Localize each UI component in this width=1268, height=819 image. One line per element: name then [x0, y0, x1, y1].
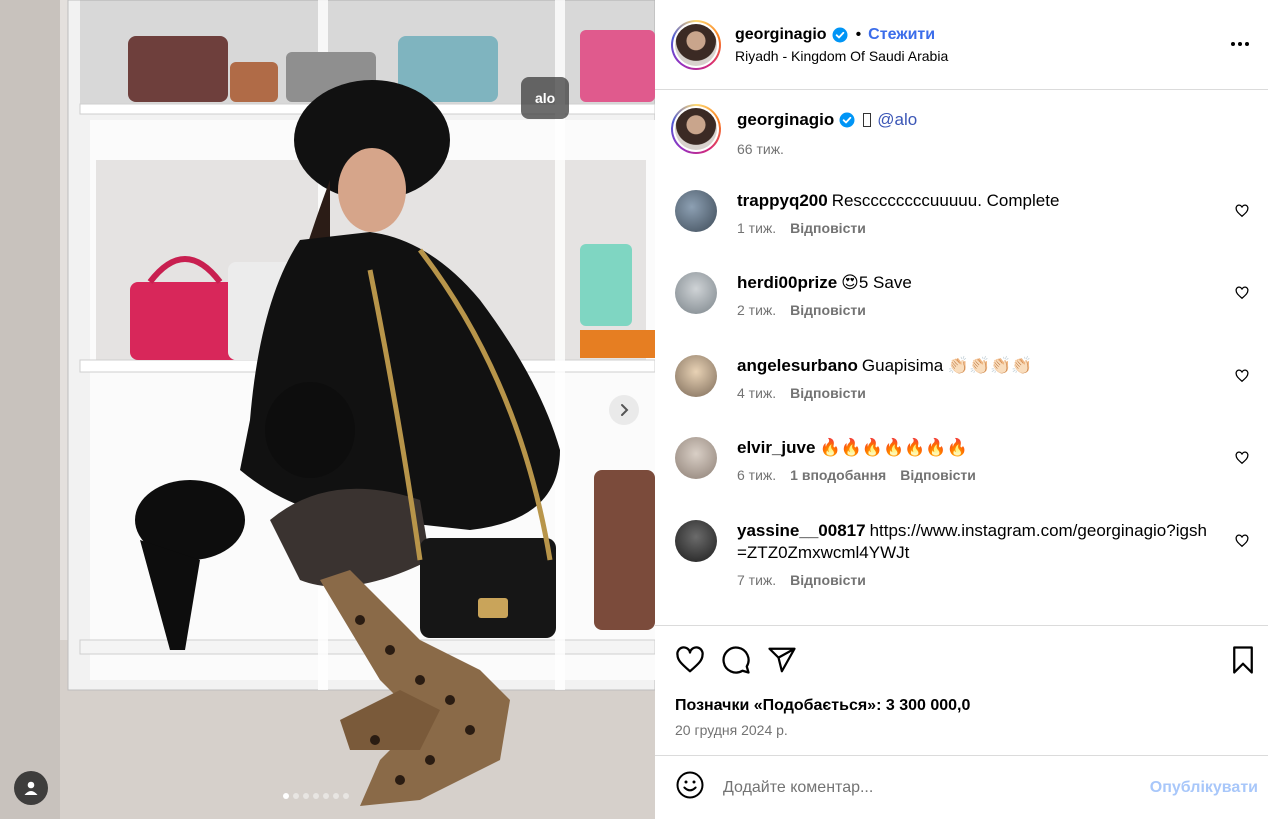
- post-photo: [0, 0, 655, 819]
- product-tag[interactable]: alo: [521, 77, 570, 119]
- likes-count[interactable]: Позначки «Подобається»: 3 300 000,0: [675, 697, 970, 715]
- comment-item: elvir_juve 🔥🔥🔥🔥🔥🔥🔥 6 тиж. 1 вподобання Ві…: [675, 437, 1255, 483]
- reply-button[interactable]: Відповісти: [790, 302, 866, 318]
- author-username[interactable]: georginagio: [735, 26, 827, 44]
- comment-likes-count[interactable]: 1 вподобання: [790, 467, 886, 483]
- more-icon: [1231, 42, 1249, 46]
- commenter-username[interactable]: angelesurbano: [737, 356, 858, 375]
- post-comment-button[interactable]: Опублікувати: [1150, 779, 1258, 797]
- comment-like-button[interactable]: [1235, 369, 1249, 388]
- carousel-dot: [323, 793, 329, 799]
- carousel-dot: [343, 793, 349, 799]
- comment-input[interactable]: [723, 778, 1123, 797]
- heart-icon: [676, 646, 704, 673]
- verified-icon: [839, 112, 855, 128]
- comment-time[interactable]: 6 тиж.: [737, 467, 776, 483]
- caption-mention[interactable]: @alo: [877, 110, 917, 130]
- comment-time[interactable]: 1 тиж.: [737, 220, 776, 236]
- follow-button[interactable]: Стежити: [868, 26, 935, 44]
- post-location[interactable]: Riyadh - Kingdom Of Saudi Arabia: [735, 48, 948, 64]
- post-media[interactable]: alo: [0, 0, 655, 819]
- caption-username[interactable]: georginagio: [737, 110, 834, 130]
- commenter-username[interactable]: elvir_juve: [737, 438, 815, 457]
- like-button[interactable]: [675, 645, 705, 675]
- author-avatar[interactable]: [671, 19, 721, 70]
- comment-item: angelesurbano Guapisima 👏🏻👏🏻👏🏻👏🏻 4 тиж. В…: [675, 355, 1255, 401]
- comment-time[interactable]: 2 тиж.: [737, 302, 776, 318]
- tagged-users-button[interactable]: [14, 771, 48, 805]
- user-tag-icon: [24, 781, 38, 795]
- carousel-dot: [303, 793, 309, 799]
- commenter-username[interactable]: yassine__00817: [737, 521, 866, 540]
- heart-icon: [1235, 369, 1249, 383]
- header-separator: •: [855, 25, 862, 43]
- chevron-right-icon: [621, 404, 629, 416]
- post-modal: alo georginagio • Стежити Riyadh - Kingd…: [0, 0, 1268, 819]
- carousel-dot: [293, 793, 299, 799]
- comment-like-button[interactable]: [1235, 451, 1249, 470]
- commenter-avatar[interactable]: [675, 437, 717, 479]
- carousel-dot: [283, 793, 289, 799]
- commenter-username[interactable]: trappyq200: [737, 191, 828, 210]
- comment-text: Guapisima 👏🏻👏🏻👏🏻👏🏻: [861, 356, 1033, 375]
- comment-item: herdi00prize 😍5 Save 2 тиж. Відповісти: [675, 272, 1255, 318]
- commenter-avatar[interactable]: [675, 190, 717, 232]
- post-actions: Позначки «Подобається»: 3 300 000,0 20 г…: [655, 625, 1268, 755]
- comment-time[interactable]: 4 тиж.: [737, 385, 776, 401]
- comment-button[interactable]: [721, 645, 751, 675]
- more-options-button[interactable]: [1228, 32, 1252, 61]
- missing-glyph-icon: [863, 113, 872, 127]
- comment-like-button[interactable]: [1235, 534, 1249, 553]
- comment-text: 🔥🔥🔥🔥🔥🔥🔥: [819, 438, 968, 457]
- carousel-dot: [313, 793, 319, 799]
- add-comment-bar: Опублікувати: [655, 755, 1268, 819]
- reply-button[interactable]: Відповісти: [790, 385, 866, 401]
- post-date[interactable]: 20 грудня 2024 р.: [675, 722, 788, 738]
- heart-icon: [1235, 286, 1249, 300]
- comment-item: trappyq200 Resccccccccuuuuu. Complete 1 т…: [675, 190, 1255, 236]
- comment-item: yassine__00817 https://www.instagram.com/…: [675, 520, 1255, 588]
- carousel-indicator: [283, 793, 349, 799]
- heart-icon: [1235, 204, 1249, 218]
- comment-text: Resccccccccuuuuu. Complete: [831, 191, 1060, 210]
- share-icon: [768, 647, 796, 673]
- heart-icon: [1235, 451, 1249, 465]
- post-header: georginagio • Стежити Riyadh - Kingdom O…: [655, 0, 1268, 90]
- post-panel: georginagio • Стежити Riyadh - Kingdom O…: [655, 0, 1268, 819]
- comment-like-button[interactable]: [1235, 204, 1249, 223]
- comment-time[interactable]: 7 тиж.: [737, 572, 776, 588]
- caption-avatar[interactable]: [671, 104, 721, 154]
- post-caption: georginagio @alo 66 тиж.: [671, 104, 917, 157]
- caption-time[interactable]: 66 тиж.: [737, 141, 917, 157]
- heart-icon: [1235, 534, 1249, 548]
- save-button[interactable]: [1228, 645, 1258, 680]
- share-button[interactable]: [767, 645, 797, 675]
- commenter-avatar[interactable]: [675, 272, 717, 314]
- commenter-avatar[interactable]: [675, 520, 717, 562]
- reply-button[interactable]: Відповісти: [900, 467, 976, 483]
- emoji-icon: [676, 771, 704, 799]
- bookmark-icon: [1233, 646, 1253, 674]
- comment-icon: [722, 646, 750, 674]
- comment-text: 😍5 Save: [841, 273, 912, 292]
- comment-like-button[interactable]: [1235, 286, 1249, 305]
- emoji-button[interactable]: [675, 770, 705, 805]
- product-tag-label: alo: [535, 90, 556, 106]
- carousel-dot: [333, 793, 339, 799]
- reply-button[interactable]: Відповісти: [790, 220, 866, 236]
- verified-icon: [832, 27, 848, 43]
- commenter-avatar[interactable]: [675, 355, 717, 397]
- comments-list[interactable]: georginagio @alo 66 тиж. trappyq200 Resc…: [655, 90, 1268, 625]
- reply-button[interactable]: Відповісти: [790, 572, 866, 588]
- carousel-next-button[interactable]: [609, 395, 639, 425]
- commenter-username[interactable]: herdi00prize: [737, 273, 837, 292]
